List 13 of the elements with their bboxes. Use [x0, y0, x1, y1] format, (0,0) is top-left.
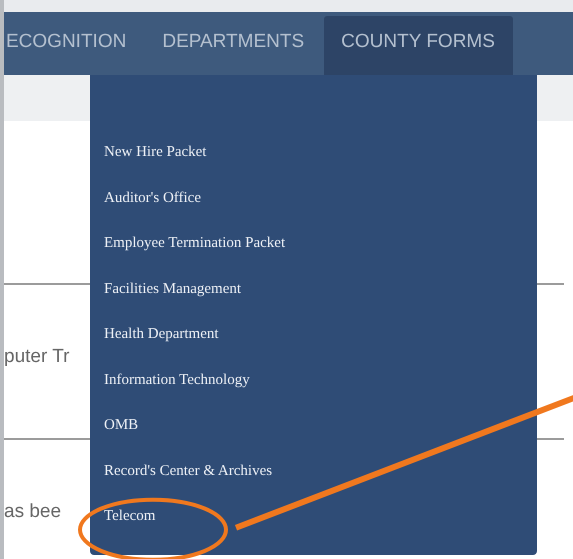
menu-item[interactable]: Health Department	[104, 323, 219, 368]
page-text: as bee	[4, 501, 62, 522]
menu-item[interactable]: Record's Center & Archives	[104, 460, 272, 505]
menu-item[interactable]: Telecom	[104, 505, 156, 550]
menu-item[interactable]: Facilities Management	[104, 278, 242, 323]
page-text: puter Tr	[4, 346, 70, 367]
menu-item[interactable]: Information Technology	[104, 368, 250, 414]
nav-tab[interactable]: ECOGNITION	[6, 12, 162, 75]
menu-item[interactable]: Employee Termination Packet	[104, 232, 286, 278]
menu-item[interactable]: New Hire Packet	[104, 141, 206, 186]
menu-item[interactable]: Auditor's Office	[104, 186, 201, 232]
nav-tab[interactable]: DEPARTMENTS	[162, 12, 324, 75]
menu-item[interactable]: OMB	[104, 414, 138, 460]
